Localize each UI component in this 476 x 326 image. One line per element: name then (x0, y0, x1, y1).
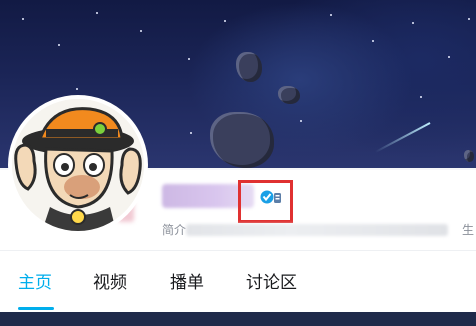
profile-tabs: 主页 视频 播单 讨论区 (0, 250, 476, 312)
tab-discussion[interactable]: 讨论区 (246, 268, 297, 293)
bio-text (186, 224, 448, 236)
asteroid-4 (464, 150, 474, 162)
tab-home[interactable]: 主页 (18, 268, 52, 293)
avatar-illustration (12, 99, 144, 231)
active-tab-indicator (18, 307, 54, 310)
asteroid-3 (210, 112, 274, 168)
avatar[interactable] (8, 95, 148, 235)
tab-playlists[interactable]: 播单 (170, 268, 204, 293)
highlight-annotation-box (238, 180, 293, 223)
bottom-dark-strip (0, 312, 476, 326)
tab-videos[interactable]: 视频 (93, 268, 127, 293)
asteroid-1 (236, 52, 262, 82)
bio-label: 简介 (162, 223, 187, 237)
stat-label-partial: 生 (462, 223, 475, 237)
meteor-streak (374, 122, 431, 153)
asteroid-2 (278, 86, 300, 104)
